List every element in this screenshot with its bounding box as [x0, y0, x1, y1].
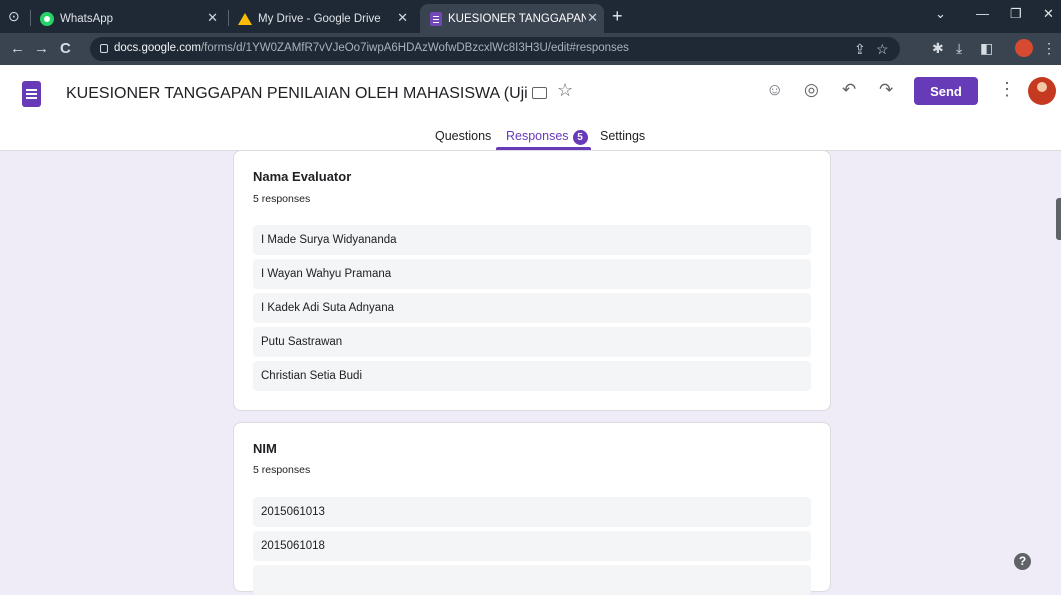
google-forms-icon — [430, 11, 442, 26]
response-item: 2015061018 — [253, 531, 811, 561]
undo-icon[interactable]: ↶ — [842, 80, 856, 100]
reload-icon[interactable]: C — [60, 40, 71, 57]
response-item: I Made Surya Widyananda — [253, 225, 811, 255]
tab-separator — [228, 10, 229, 26]
tab-title: WhatsApp — [60, 12, 114, 25]
tab-questions[interactable]: Questions — [435, 129, 491, 143]
lock-icon — [100, 44, 108, 53]
response-item: I Wayan Wahyu Pramana — [253, 259, 811, 289]
question-card-nama-evaluator: Nama Evaluator 5 responses I Made Surya … — [233, 150, 831, 411]
side-panel-icon[interactable]: ◧ — [980, 40, 993, 57]
google-drive-icon — [238, 12, 252, 25]
response-item: Putu Sastrawan — [253, 327, 811, 357]
restore-icon[interactable]: ❐ — [1010, 6, 1022, 22]
tab-settings[interactable]: Settings — [600, 129, 645, 143]
more-options-icon[interactable]: ⋮ — [998, 79, 1016, 100]
side-panel-handle[interactable] — [1056, 198, 1061, 240]
response-item: 2015061013 — [253, 497, 811, 527]
help-icon[interactable]: ? — [1014, 553, 1031, 570]
response-count: 5 responses — [253, 464, 311, 476]
response-item: I Kadek Adi Suta Adnyana — [253, 293, 811, 323]
redo-icon[interactable]: ↷ — [879, 80, 893, 100]
minimize-icon[interactable]: — — [976, 6, 989, 21]
whatsapp-icon — [40, 11, 54, 26]
close-tab-icon[interactable]: ✕ — [207, 10, 218, 26]
star-icon[interactable]: ☆ — [557, 80, 573, 101]
browser-profile-avatar[interactable] — [1015, 39, 1033, 57]
question-title: NIM — [253, 441, 277, 456]
url-host: docs.google.com — [114, 42, 201, 54]
back-icon[interactable]: ← — [10, 40, 25, 57]
address-bar[interactable]: docs.google.com/forms/d/1YW0ZAMfR7vVJeOo… — [90, 37, 900, 61]
responses-count-badge: 5 — [572, 130, 588, 145]
tab-separator — [30, 10, 31, 26]
url-text: docs.google.com/forms/d/1YW0ZAMfR7vVJeOo… — [114, 42, 629, 54]
tab-responses[interactable]: Responses 5 — [506, 129, 588, 145]
share-icon[interactable]: ⇪ — [854, 41, 866, 58]
extensions-icon[interactable]: ✱ — [932, 40, 944, 57]
account-avatar[interactable] — [1028, 77, 1056, 105]
browser-tab-whatsapp[interactable]: WhatsApp ✕ — [36, 4, 224, 33]
tab-title: My Drive - Google Drive — [258, 12, 381, 25]
send-button[interactable]: Send — [914, 77, 978, 105]
forms-header: KUESIONER TANGGAPAN PENILAIAN OLEH MAHAS… — [0, 65, 1061, 151]
browser-toolbar: ← → C docs.google.com/forms/d/1YW0ZAMfR7… — [0, 33, 1061, 65]
response-item: Christian Setia Budi — [253, 361, 811, 391]
browser-tab-forms[interactable]: KUESIONER TANGGAPAN PENILA ✕ — [420, 4, 604, 33]
tab-title: KUESIONER TANGGAPAN PENILA — [448, 12, 586, 25]
browser-menu-icon[interactable]: ⋮ — [1042, 40, 1056, 57]
form-title[interactable]: KUESIONER TANGGAPAN PENILAIAN OLEH MAHAS… — [66, 85, 531, 103]
new-tab-icon[interactable]: + — [612, 6, 623, 27]
question-card-nim: NIM 5 responses 2015061013 2015061018 — [233, 422, 831, 595]
palette-icon[interactable]: ☺ — [766, 80, 783, 100]
move-to-folder-icon[interactable] — [532, 87, 547, 99]
google-forms-logo-icon[interactable] — [22, 81, 41, 107]
url-path: /forms/d/1YW0ZAMfR7vVJeOo7iwpA6HDAzWofwD… — [200, 42, 629, 54]
profile-menu-icon[interactable]: ⊙ — [8, 8, 20, 25]
close-tab-icon[interactable]: ✕ — [587, 10, 598, 26]
preview-eye-icon[interactable]: ◎ — [804, 80, 819, 100]
response-count: 5 responses — [253, 193, 311, 205]
bookmark-star-icon[interactable]: ☆ — [876, 41, 889, 58]
tab-responses-label: Responses — [506, 129, 569, 143]
browser-tab-google-drive[interactable]: My Drive - Google Drive ✕ — [234, 4, 414, 33]
close-tab-icon[interactable]: ✕ — [397, 10, 408, 26]
browser-tab-strip: ⊙ WhatsApp ✕ My Drive - Google Drive ✕ K… — [0, 0, 1061, 33]
response-item — [253, 565, 811, 595]
tab-search-icon[interactable]: ⌄ — [935, 6, 946, 22]
forward-icon[interactable]: → — [34, 40, 49, 57]
question-title: Nama Evaluator — [253, 169, 352, 184]
window-close-icon[interactable]: ✕ — [1043, 6, 1054, 22]
download-icon[interactable]: ⤓ — [956, 40, 962, 57]
